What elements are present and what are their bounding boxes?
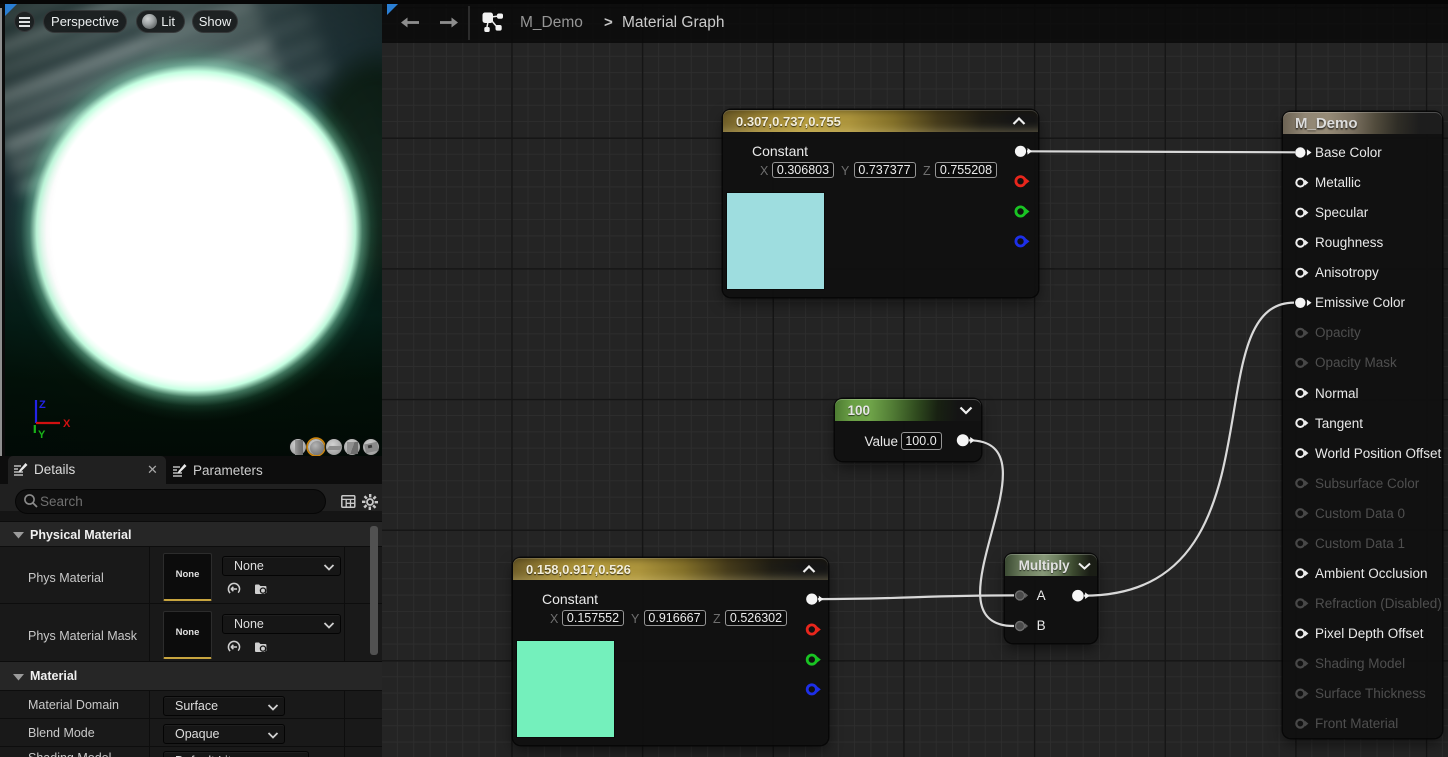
- svg-text:Z: Z: [39, 399, 46, 411]
- svg-text:X: X: [63, 418, 71, 430]
- svg-text:Y: Y: [38, 429, 46, 441]
